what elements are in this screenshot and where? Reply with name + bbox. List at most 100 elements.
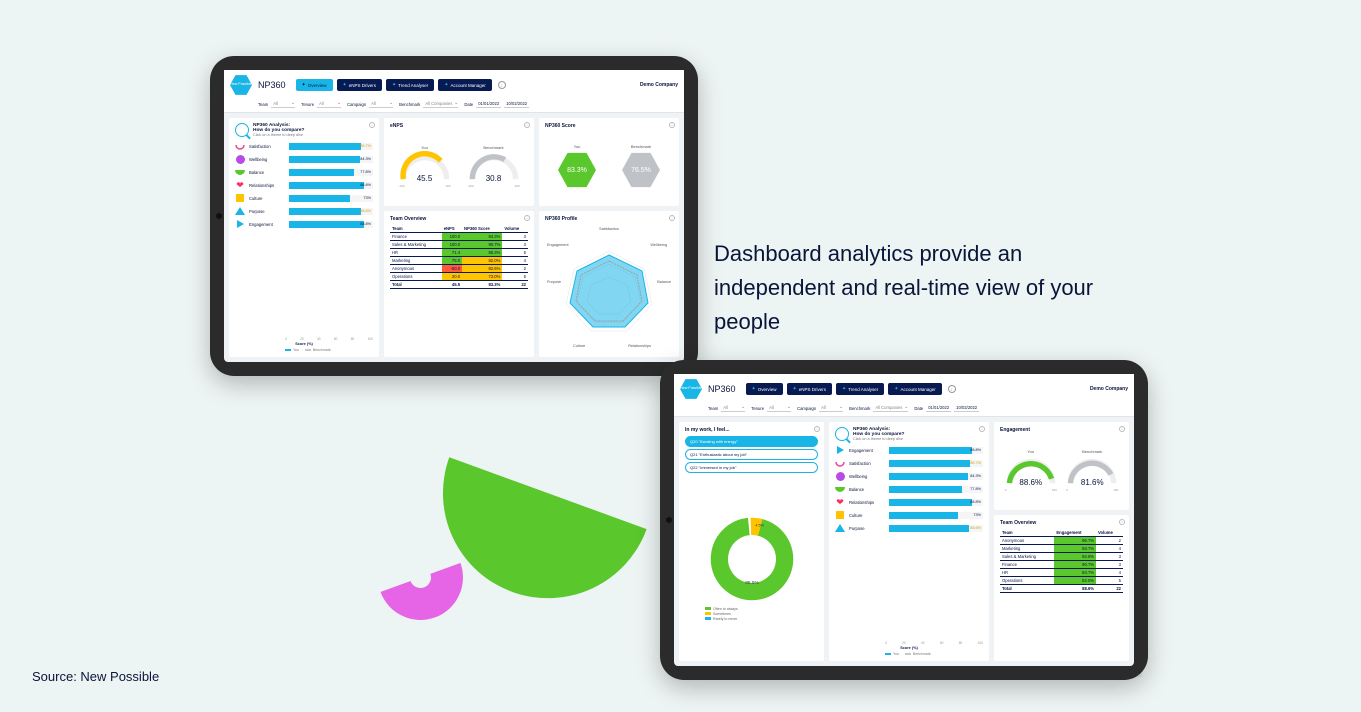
nav-overview[interactable]: ✦Overview [296,79,333,91]
info-icon[interactable]: i [1119,426,1125,432]
theme-row[interactable]: Balance 77.8% [835,484,983,494]
heart-icon: ❤ [835,497,845,507]
theme-row[interactable]: Satisfaction 85.7% [835,458,983,468]
nav-account-manager[interactable]: ✦Account Manager [438,79,491,91]
filter-tenure[interactable]: TenureAll [751,405,791,412]
table-row[interactable]: Finance100.094.3%3 [390,233,528,241]
card-team-overview: i Team Overview TeameNPSNP360 ScoreVolum… [384,211,534,357]
info-icon[interactable]: i [669,122,675,128]
table-row[interactable]: HR84.7%4 [1000,569,1123,577]
theme-row[interactable]: Wellbeing 84.3% [835,471,983,481]
theme-row[interactable]: Engagement 88.8% [835,445,983,455]
help-icon[interactable]: i [498,81,506,89]
theme-row[interactable]: ❤ Relationships 88.8% [835,497,983,507]
theme-bar: 88.8% [889,447,983,454]
theme-bar: 73% [889,512,983,519]
card-np360-profile: i NP360 Profile Satisfaction Wellbeing [539,211,679,357]
theme-row[interactable]: Balance 77.8% [235,167,373,177]
card-team-overview: i Team Overview TeamEngagementVolumeAnon… [994,515,1129,661]
tablet-camera [666,517,672,523]
svg-text:4.5%: 4.5% [755,523,764,527]
nav-trend-analyser[interactable]: ✦Trend Analyser [836,383,884,395]
table-row[interactable]: Operations20.073.0%5 [390,273,528,281]
half-icon [235,167,245,177]
gauge-benchmark: Benchmark 30.8 -100100 [467,145,521,188]
app-title: NP360 [708,384,736,394]
card-title: Team Overview [1000,520,1123,526]
filter-date[interactable]: Date01/01/202210/02/2022 [464,101,529,108]
question-pill[interactable]: Q22 "Immersed in my job" [685,462,818,473]
theme-bar: 77.8% [889,486,983,493]
theme-label: Engagement [849,448,885,453]
theme-row[interactable]: Purpose 85.6% [235,206,373,216]
nav-enps-drivers[interactable]: ✦eNPS Drivers [787,383,832,395]
app-header: New Possible NP360 ✦Overview ✦eNPS Drive… [224,70,684,98]
tablet-camera [216,213,222,219]
headline-text: Dashboard analytics provide an independe… [714,237,1144,339]
donut-legend: Often to always Sometimes Rarely to neve… [705,607,738,621]
table-row[interactable]: Marketing75.082.0%4 [390,257,528,265]
filter-tenure[interactable]: TenureAll [301,101,341,108]
info-icon[interactable]: i [669,215,675,221]
search-icon [835,427,849,441]
tablet-device-1: New Possible NP360 ✦Overview ✦eNPS Drive… [210,56,698,376]
play-icon [835,445,845,455]
square-icon [835,510,845,520]
filter-date[interactable]: Date01/01/202210/02/2022 [914,405,979,412]
question-pill[interactable]: Q21 "Enthusiastic about my job" [685,449,818,460]
nav-overview[interactable]: ✦Overview [746,383,783,395]
nav-trend-analyser[interactable]: ✦Trend Analyser [386,79,434,91]
theme-label: Relationships [249,183,285,188]
card-title: In my work, I feel... [685,427,818,433]
triangle-icon [835,523,845,533]
star-icon: ✦ [842,386,846,392]
theme-bar: 88.8% [289,221,373,228]
theme-row[interactable]: ❤ Relationships 88.8% [235,180,373,190]
chart-legend: YouBenchmark [235,348,373,352]
table-row[interactable]: Finance90.7%3 [1000,561,1123,569]
table-row[interactable]: Operations82.0%5 [1000,577,1123,585]
theme-bar: 88.8% [289,182,373,189]
table-row[interactable]: Anonymous-50.082.6%2 [390,265,528,273]
filter-campaign[interactable]: CampaignAll [797,405,843,412]
nav-account-manager[interactable]: ✦Account Manager [888,383,941,395]
info-icon[interactable]: i [524,122,530,128]
star-icon: ✦ [894,386,898,392]
filter-team[interactable]: TeamAll [708,405,745,412]
theme-label: Culture [849,513,885,518]
nav-enps-drivers[interactable]: ✦eNPS Drivers [337,79,382,91]
team-table: TeameNPSNP360 ScoreVolumeFinance100.094.… [390,225,528,289]
filter-benchmark[interactable]: BenchmarkAll Companies [849,405,908,412]
theme-row[interactable]: Engagement 88.8% [235,219,373,229]
table-row[interactable]: Sales & Marketing100.090.7%3 [390,241,528,249]
table-row[interactable]: HR71.486.3%5 [390,249,528,257]
theme-row[interactable]: Culture 73% [835,510,983,520]
info-icon[interactable]: i [814,426,820,432]
card-title: eNPS [390,123,528,129]
help-icon[interactable]: i [948,385,956,393]
theme-row[interactable]: Culture 73% [235,193,373,203]
theme-row[interactable]: Wellbeing 84.3% [235,154,373,164]
theme-label: Relationships [849,500,885,505]
info-icon[interactable]: i [1119,519,1125,525]
filter-benchmark[interactable]: BenchmarkAll Companies [399,101,458,108]
filter-bar: TeamAll TenureAll CampaignAll BenchmarkA… [674,402,1134,417]
theme-bar: 77.8% [289,169,373,176]
table-row[interactable]: Marketing93.7%4 [1000,545,1123,553]
table-row[interactable]: Anonymous96.7%2 [1000,537,1123,545]
theme-row[interactable]: Purpose 85.6% [835,523,983,533]
team-table: TeamEngagementVolumeAnonymous96.7%2Marke… [1000,529,1123,593]
company-label: Demo Company [640,82,678,88]
filter-campaign[interactable]: CampaignAll [347,101,393,108]
footer-count: 22 [1138,674,1142,678]
circle-icon [835,471,845,481]
theme-row[interactable]: Satisfaction 85.7% [235,141,373,151]
star-icon: ✦ [752,386,756,392]
question-pill[interactable]: Q20 "Bursting with energy" [685,436,818,447]
filter-team[interactable]: TeamAll [258,101,295,108]
info-icon[interactable]: i [979,426,985,432]
info-icon[interactable]: i [524,215,530,221]
tablet-device-2: New Possible NP360 ✦Overview ✦eNPS Drive… [660,360,1148,680]
table-row[interactable]: Sales & Marketing92.6%3 [1000,553,1123,561]
info-icon[interactable]: i [369,122,375,128]
